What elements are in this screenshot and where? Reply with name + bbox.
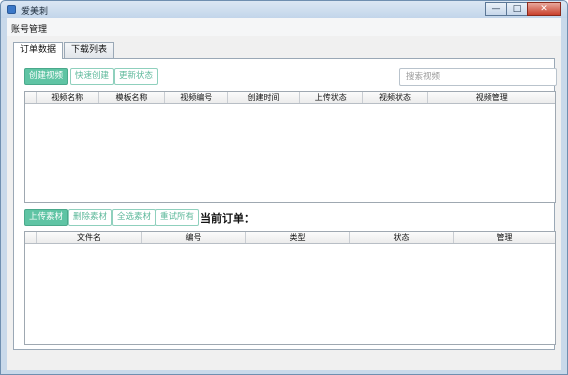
- upload-material-button[interactable]: 上传素材: [24, 209, 69, 226]
- create-video-button[interactable]: 创建视频: [24, 68, 69, 85]
- quick-create-button[interactable]: 快速创建: [70, 68, 115, 85]
- order-data-panel: 创建视频 快速创建 更新状态 搜索视频 视频名称 模板名称 视频编号 创建时间 …: [13, 58, 557, 350]
- row-header-corner: [25, 92, 37, 103]
- column-header[interactable]: 模板名称: [99, 92, 166, 103]
- material-table-header: 文件名 编号 类型 状态 管理: [25, 232, 555, 244]
- close-button[interactable]: ✕: [527, 2, 561, 16]
- column-header[interactable]: 视频名称: [37, 92, 99, 103]
- video-table-header: 视频名称 模板名称 视频编号 创建时间 上传状态 视频状态 视频管理: [25, 92, 555, 104]
- column-header[interactable]: 状态: [350, 232, 454, 243]
- row-header-corner: [25, 232, 37, 243]
- video-table[interactable]: 视频名称 模板名称 视频编号 创建时间 上传状态 视频状态 视频管理: [24, 91, 556, 203]
- window-controls: — □ ✕: [485, 2, 561, 16]
- menu-bar: 账号管理: [7, 18, 561, 36]
- column-header[interactable]: 视频状态: [363, 92, 429, 103]
- tab-download-list[interactable]: 下载列表: [64, 42, 115, 58]
- column-header[interactable]: 文件名: [37, 232, 142, 243]
- menu-item-account[interactable]: 账号管理: [11, 22, 47, 35]
- status-strip: [7, 355, 561, 370]
- material-table[interactable]: 文件名 编号 类型 状态 管理: [24, 231, 556, 345]
- app-icon: [7, 5, 16, 14]
- column-header[interactable]: 类型: [246, 232, 350, 243]
- select-all-material-button[interactable]: 全选素材: [112, 209, 157, 226]
- minimize-button[interactable]: —: [485, 2, 507, 16]
- retry-all-button[interactable]: 重试所有: [155, 209, 200, 226]
- title-bar[interactable]: 爱美刺 — □ ✕: [1, 1, 567, 18]
- window-title: 爱美刺: [21, 7, 49, 17]
- column-header[interactable]: 创建时间: [228, 92, 300, 103]
- column-header[interactable]: 编号: [142, 232, 246, 243]
- column-header[interactable]: 视频编号: [165, 92, 229, 103]
- refresh-status-button[interactable]: 更新状态: [114, 68, 159, 85]
- client-area: 账号管理 订单数据 下载列表 创建视频 快速创建 更新状态 搜索视频 视频名称 …: [7, 18, 561, 370]
- tab-strip: 订单数据 下载列表: [13, 42, 115, 59]
- delete-material-button[interactable]: 删除素材: [68, 209, 113, 226]
- video-search-input[interactable]: 搜索视频: [399, 68, 557, 86]
- column-header[interactable]: 上传状态: [300, 92, 363, 103]
- tab-order-data[interactable]: 订单数据: [13, 42, 64, 59]
- maximize-button[interactable]: □: [506, 2, 528, 16]
- current-order-label: 当前订单：: [200, 212, 255, 225]
- column-header[interactable]: 视频管理: [428, 92, 555, 103]
- app-window: 爱美刺 — □ ✕ 账号管理 订单数据 下载列表 创建视频 快速创建 更新状态 …: [0, 0, 568, 375]
- column-header[interactable]: 管理: [454, 232, 555, 243]
